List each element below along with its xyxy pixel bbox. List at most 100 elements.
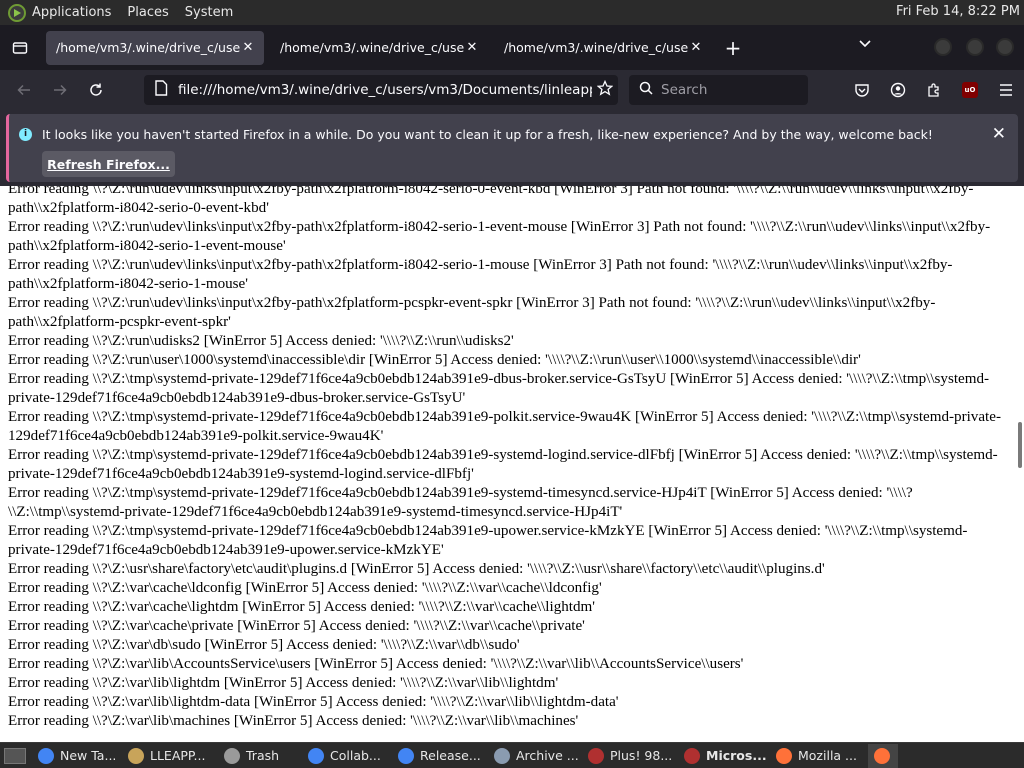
log-line: Error reading \\?\Z:\run\udev\links\inpu… bbox=[8, 219, 991, 254]
log-line: Error reading \\?\Z:\var\lib\AccountsSer… bbox=[8, 656, 744, 672]
applications-menu[interactable]: Applications bbox=[32, 5, 111, 20]
forward-arrow-icon[interactable] bbox=[42, 74, 78, 106]
taskbar-item-label: LLEAPP... bbox=[150, 748, 206, 763]
log-line: Error reading \\?\Z:\run\udev\links\inpu… bbox=[8, 295, 936, 330]
bottom-taskbar: New Ta... LLEAPP... Trash Collab... Release.… bbox=[0, 742, 1024, 768]
url-bar[interactable]: file:///home/vm3/.wine/drive_c/users/vm3… bbox=[144, 75, 618, 105]
minimize-window-button[interactable] bbox=[934, 38, 952, 56]
taskbar-item[interactable] bbox=[868, 743, 898, 768]
close-window-button[interactable] bbox=[996, 38, 1014, 56]
system-menu[interactable]: System bbox=[185, 5, 233, 20]
taskbar-item-label: Micros... bbox=[706, 748, 767, 763]
refresh-notification-bar: i It looks like you haven't started Fire… bbox=[0, 110, 1024, 186]
tab-title: /home/vm3/.wine/drive_c/users/vm3/Docume… bbox=[56, 40, 240, 55]
tab-1[interactable]: /home/vm3/.wine/drive_c/users/vm3/Docume… bbox=[46, 30, 264, 65]
ublock-origin-icon[interactable]: uO bbox=[952, 70, 988, 110]
taskbar-item[interactable]: LLEAPP... bbox=[122, 744, 218, 768]
tab-3[interactable]: /home/vm3/.wine/drive_c/users/vm3/Docume… bbox=[494, 31, 712, 65]
log-line: Error reading \\?\Z:\tmp\systemd-private… bbox=[8, 409, 1001, 444]
log-line: Error reading \\?\Z:\var\lib\lightdm-dat… bbox=[8, 694, 619, 710]
ublock-badge: uO bbox=[962, 82, 978, 98]
log-line: Error reading \\?\Z:\run\user\1000\syste… bbox=[8, 352, 861, 368]
log-line: Error reading \\?\Z:\tmp\systemd-private… bbox=[8, 371, 990, 406]
notification-panel: i It looks like you haven't started Fire… bbox=[6, 114, 1018, 182]
back-arrow-icon[interactable] bbox=[6, 74, 42, 106]
taskbar-item-label: Mozilla ... bbox=[798, 748, 857, 763]
archive-manager-icon bbox=[494, 747, 510, 764]
search-bar[interactable]: Search bbox=[629, 75, 808, 105]
chromium-icon bbox=[38, 747, 54, 764]
firefox-icon bbox=[874, 747, 890, 764]
log-line: Error reading \\?\Z:\run\udisks2 [WinErr… bbox=[8, 333, 514, 349]
firefox-icon bbox=[776, 747, 792, 764]
new-tab-button[interactable]: + bbox=[718, 36, 748, 60]
taskbar-item[interactable]: Collab... bbox=[302, 744, 392, 768]
taskbar-item-label: Plus! 98... bbox=[610, 748, 673, 763]
tab-title: /home/vm3/.wine/drive_c/users/vm3/Docume… bbox=[280, 40, 464, 55]
taskbar-item-label: Trash bbox=[246, 748, 280, 763]
log-line: Error reading \\?\Z:\run\udev\links\inpu… bbox=[8, 257, 953, 292]
close-tab-icon[interactable]: ✕ bbox=[240, 40, 256, 55]
show-desktop-icon[interactable] bbox=[4, 747, 26, 764]
firefox-view-icon[interactable] bbox=[0, 25, 40, 70]
tab-title: /home/vm3/.wine/drive_c/users/vm3/Docume… bbox=[504, 40, 688, 55]
wine-icon bbox=[588, 747, 604, 764]
top-panel: Applications Places System Fri Feb 14, 8… bbox=[0, 0, 1024, 25]
list-all-tabs-chevron-icon[interactable] bbox=[858, 37, 872, 53]
tab-strip: /home/vm3/.wine/drive_c/users/vm3/Docume… bbox=[0, 25, 1024, 70]
log-line: Error reading \\?\Z:\run\udev\links\inpu… bbox=[8, 186, 974, 216]
search-placeholder: Search bbox=[661, 82, 708, 98]
log-line: Error reading \\?\Z:\var\lib\machines [W… bbox=[8, 713, 579, 729]
page-icon bbox=[154, 80, 168, 100]
chromium-icon bbox=[398, 747, 414, 764]
pocket-icon[interactable] bbox=[844, 70, 880, 110]
refresh-firefox-button[interactable]: Refresh Firefox... bbox=[42, 151, 175, 177]
toolbar-actions: uO bbox=[844, 70, 1024, 110]
clock[interactable]: Fri Feb 14, 8:22 PM bbox=[896, 4, 1020, 19]
log-line: Error reading \\?\Z:\var\lib\lightdm [Wi… bbox=[8, 675, 559, 691]
search-icon bbox=[639, 81, 653, 99]
maximize-window-button[interactable] bbox=[966, 38, 984, 56]
chromium-icon bbox=[308, 747, 324, 764]
taskbar-item-label: Release... bbox=[420, 748, 481, 763]
close-tab-icon[interactable]: ✕ bbox=[464, 40, 480, 55]
account-icon[interactable] bbox=[880, 70, 916, 110]
taskbar-item[interactable]: New Ta... bbox=[32, 744, 122, 768]
reload-icon[interactable] bbox=[78, 74, 114, 106]
log-line: Error reading \\?\Z:\usr\share\factory\e… bbox=[8, 561, 825, 577]
log-line: Error reading \\?\Z:\var\db\sudo [WinErr… bbox=[8, 637, 520, 653]
taskbar-item[interactable]: Trash bbox=[218, 744, 302, 768]
close-tab-icon[interactable]: ✕ bbox=[688, 40, 704, 55]
bookmark-star-icon[interactable] bbox=[592, 79, 618, 100]
hamburger-menu-icon[interactable] bbox=[988, 70, 1024, 110]
taskbar-item[interactable]: Plus! 98... bbox=[582, 744, 678, 768]
info-icon: i bbox=[19, 128, 32, 141]
log-line: Error reading \\?\Z:\tmp\systemd-private… bbox=[8, 485, 913, 520]
taskbar-item[interactable]: Mozilla ... bbox=[770, 744, 868, 768]
taskbar-item-label: Archive ... bbox=[516, 748, 579, 763]
navigation-toolbar: file:///home/vm3/.wine/drive_c/users/vm3… bbox=[0, 70, 1024, 110]
log-line: Error reading \\?\Z:\var\cache\private [… bbox=[8, 618, 585, 634]
taskbar-item-label: New Ta... bbox=[60, 748, 117, 763]
places-menu[interactable]: Places bbox=[127, 5, 168, 20]
notification-message: It looks like you haven't started Firefo… bbox=[42, 127, 933, 142]
distro-logo-icon[interactable] bbox=[8, 3, 26, 22]
log-line: Error reading \\?\Z:\tmp\systemd-private… bbox=[8, 447, 998, 482]
page-content[interactable]: Error reading \\?\Z:\run\udev\links\inpu… bbox=[0, 186, 1024, 742]
trash-icon bbox=[224, 747, 240, 764]
error-log: Error reading \\?\Z:\run\udev\links\inpu… bbox=[8, 186, 1014, 731]
taskbar-item[interactable]: Micros... bbox=[678, 744, 770, 768]
folder-icon bbox=[128, 747, 144, 764]
wine-icon bbox=[684, 747, 700, 764]
log-line: Error reading \\?\Z:\var\cache\ldconfig … bbox=[8, 580, 602, 596]
taskbar-item[interactable]: Archive ... bbox=[488, 744, 582, 768]
log-line: Error reading \\?\Z:\tmp\systemd-private… bbox=[8, 523, 968, 558]
extensions-puzzle-icon[interactable] bbox=[916, 70, 952, 110]
log-line: Error reading \\?\Z:\var\cache\lightdm [… bbox=[8, 599, 595, 615]
close-icon[interactable]: ✕ bbox=[992, 124, 1006, 144]
taskbar-item[interactable]: Release... bbox=[392, 744, 488, 768]
scrollbar-thumb[interactable] bbox=[1018, 422, 1022, 468]
taskbar-item-label: Collab... bbox=[330, 748, 381, 763]
tab-2[interactable]: /home/vm3/.wine/drive_c/users/vm3/Docume… bbox=[270, 31, 488, 65]
url-text[interactable]: file:///home/vm3/.wine/drive_c/users/vm3… bbox=[178, 82, 592, 98]
